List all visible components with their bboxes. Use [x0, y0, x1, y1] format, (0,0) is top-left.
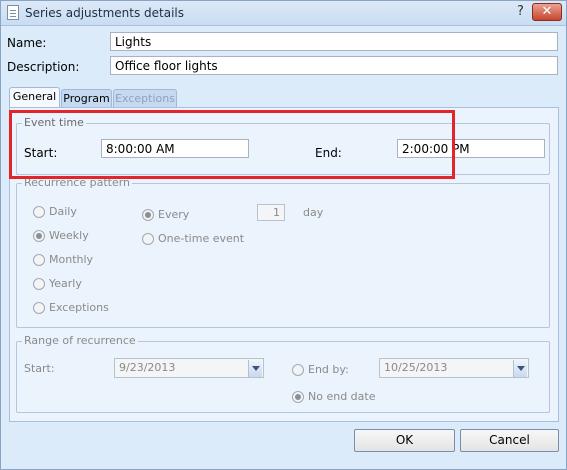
chevron-down-icon[interactable]	[248, 360, 262, 377]
yearly-radio[interactable]	[33, 278, 45, 290]
description-label: Description:	[7, 60, 80, 74]
one-time-event-radio[interactable]	[142, 233, 154, 245]
monthly-label: Monthly	[49, 253, 94, 266]
tab-general[interactable]: General	[9, 87, 60, 108]
exceptions-radio[interactable]	[33, 302, 45, 314]
every-unit-label: day	[303, 206, 324, 219]
weekly-radio[interactable]	[33, 230, 45, 242]
close-button[interactable]: ✕	[532, 3, 562, 21]
no-end-date-label: No end date	[308, 390, 376, 403]
recurrence-pattern-group: Recurrence pattern Daily Weekly Monthly …	[16, 176, 550, 328]
no-end-date-radio[interactable]	[292, 391, 304, 403]
every-label: Every	[158, 208, 190, 221]
document-icon	[7, 5, 19, 20]
chevron-down-icon[interactable]	[513, 360, 527, 377]
event-time-highlight	[9, 110, 455, 179]
every-radio[interactable]	[142, 209, 154, 221]
exceptions-label: Exceptions	[49, 301, 109, 314]
name-input[interactable]: Lights	[110, 32, 558, 51]
monthly-radio[interactable]	[33, 254, 45, 266]
tab-exceptions[interactable]: Exceptions	[113, 89, 177, 108]
daily-radio[interactable]	[33, 206, 45, 218]
range-start-label: Start:	[24, 362, 55, 375]
end-by-dropdown[interactable]: 10/25/2013	[379, 358, 529, 378]
cancel-button[interactable]: Cancel	[460, 429, 559, 452]
daily-label: Daily	[49, 205, 77, 218]
every-count-input[interactable]: 1	[257, 204, 285, 221]
title-bar[interactable]: Series adjustments details ? ✕	[1, 1, 566, 26]
ok-button[interactable]: OK	[354, 429, 455, 452]
range-start-value: 9/23/2013	[119, 361, 176, 374]
name-label: Name:	[7, 36, 47, 50]
range-of-recurrence-title: Range of recurrence	[22, 334, 138, 347]
tab-program[interactable]: Program	[61, 89, 112, 108]
window-title: Series adjustments details	[25, 6, 185, 20]
range-of-recurrence-group: Range of recurrence Start: 9/23/2013 End…	[16, 334, 550, 413]
weekly-label: Weekly	[49, 229, 89, 242]
dialog-window: Series adjustments details ? ✕ Name: Lig…	[0, 0, 567, 470]
range-start-dropdown[interactable]: 9/23/2013	[114, 358, 264, 378]
description-input[interactable]: Office floor lights	[110, 56, 558, 75]
end-by-label: End by:	[308, 363, 349, 376]
one-time-event-label: One-time event	[158, 232, 245, 245]
yearly-label: Yearly	[49, 277, 82, 290]
end-by-radio[interactable]	[292, 364, 304, 376]
end-by-value: 10/25/2013	[384, 361, 448, 374]
help-button[interactable]: ?	[517, 4, 524, 19]
